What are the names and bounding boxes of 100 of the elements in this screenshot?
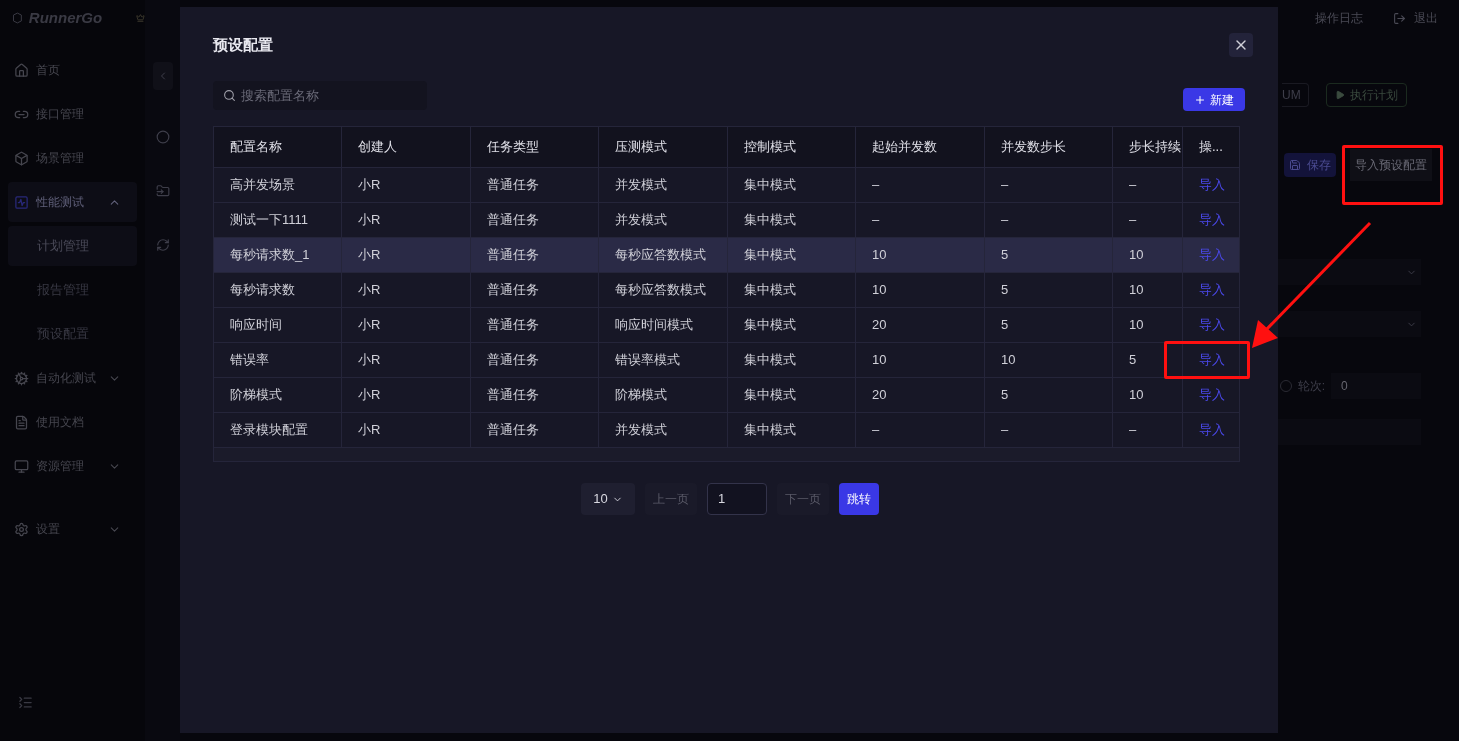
table-cell-text: – xyxy=(872,176,880,195)
save-button[interactable]: 保存 xyxy=(1284,153,1336,177)
logout-icon xyxy=(1393,11,1406,25)
column-header: 步长持续 xyxy=(1129,138,1181,157)
import-link[interactable]: 导入 xyxy=(1199,175,1225,195)
import-link[interactable]: 导入 xyxy=(1199,280,1225,300)
table-cell-text: 5 xyxy=(1001,316,1009,335)
table-row[interactable]: 登录模块配置 小R 普通任务 并发模式 集中模式 – – – 导入 xyxy=(214,412,1239,447)
table-cell-text: 10 xyxy=(1129,386,1144,405)
table-cell-text: 小R xyxy=(358,351,381,370)
column-header: 并发数步长 xyxy=(1001,138,1066,157)
sidebar-label: 性能测试 xyxy=(36,194,84,211)
run-plan-button[interactable]: 执行计划 xyxy=(1326,83,1407,107)
operation-log-link[interactable]: 操作日志 xyxy=(1315,9,1363,27)
jump-button[interactable]: 跳转 xyxy=(839,483,879,515)
import-link[interactable]: 导入 xyxy=(1199,245,1225,265)
dialog-title: 预设配置 xyxy=(213,34,273,55)
table-cell-text: 集中模式 xyxy=(744,316,796,335)
table-row[interactable]: 高并发场景 小R 普通任务 并发模式 集中模式 – – – 导入 xyxy=(214,167,1239,202)
import-link[interactable]: 导入 xyxy=(1199,420,1225,440)
table-row[interactable]: 每秒请求数_1 小R 普通任务 每秒应答数模式 集中模式 10 5 10 导入 xyxy=(214,237,1239,272)
column-header: 控制模式 xyxy=(744,138,796,157)
table-cell-text: 小R xyxy=(358,211,381,230)
more-button[interactable]: UM xyxy=(1282,83,1309,107)
sidebar-item[interactable]: 自动化测试 xyxy=(8,358,137,398)
sidebar-label: 使用文档 xyxy=(36,414,84,431)
table-cell-text: 阶梯模式 xyxy=(230,386,282,405)
table-cell-text: 10 xyxy=(872,246,887,265)
sidebar-label: 首页 xyxy=(36,62,60,79)
table-cell-text: 并发模式 xyxy=(615,211,667,230)
round-label: 轮次: xyxy=(1297,378,1325,395)
column-header: 配置名称 xyxy=(230,138,282,157)
table-cell-text: 5 xyxy=(1001,246,1009,265)
sidebar-label: 接口管理 xyxy=(36,106,84,123)
app-logo: RunnerGo xyxy=(28,7,103,28)
table-cell-text: 阶梯模式 xyxy=(615,386,667,405)
sidebar-label: 资源管理 xyxy=(36,458,84,475)
collapse-button[interactable] xyxy=(152,62,173,90)
search-field[interactable]: 搜索配置名称 xyxy=(213,81,427,110)
table-cell-text: 10 xyxy=(1129,316,1144,335)
table-cell-text: 10 xyxy=(872,351,887,370)
table-row[interactable]: 测试一下1111 小R 普通任务 并发模式 集中模式 – – – 导入 xyxy=(214,202,1239,237)
gear-icon xyxy=(14,370,29,386)
table-row[interactable]: 每秒请求数 小R 普通任务 每秒应答数模式 集中模式 10 5 10 导入 xyxy=(214,272,1239,307)
circle-icon[interactable] xyxy=(155,130,170,144)
sidebar-item[interactable]: 接口管理 xyxy=(8,94,137,134)
table-cell-text: 登录模块配置 xyxy=(230,421,308,440)
table-cell-text: 响应时间模式 xyxy=(615,316,693,335)
sidebar-item[interactable]: 场景管理 xyxy=(8,138,137,178)
table-cell-text: – xyxy=(1001,211,1009,230)
sidebar-label: 自动化测试 xyxy=(36,370,96,387)
table-cell-text: 集中模式 xyxy=(744,176,796,195)
logout-button[interactable]: 退出 xyxy=(1393,9,1438,27)
table-cell-text: 普通任务 xyxy=(487,386,539,405)
table-cell-text: 并发模式 xyxy=(615,176,667,195)
table-cell-text: 小R xyxy=(358,246,381,265)
monitor-icon xyxy=(14,458,29,474)
sidebar-item[interactable]: 性能测试 xyxy=(8,182,137,222)
table-cell-text: 10 xyxy=(872,281,887,300)
table-cell-text: 每秒应答数模式 xyxy=(615,281,706,300)
table-cell-text: 5 xyxy=(1129,351,1137,370)
table-cell-text: 小R xyxy=(358,421,381,440)
table-cell-text: – xyxy=(1001,176,1009,195)
table-cell-text: 错误率 xyxy=(230,351,269,370)
import-link[interactable]: 导入 xyxy=(1199,350,1225,370)
column-header: 起始并发数 xyxy=(872,138,937,157)
collapse-menu-icon[interactable] xyxy=(18,695,33,710)
page-size-select[interactable]: 10 xyxy=(581,483,635,515)
sidebar-item[interactable]: 资源管理 xyxy=(8,446,137,486)
column-header: 创建人 xyxy=(358,138,397,157)
sidebar-item[interactable]: 首页 xyxy=(8,50,137,90)
table-cell-text: 小R xyxy=(358,176,381,195)
import-preset-button[interactable]: 导入预设配置 xyxy=(1350,149,1432,181)
save-icon xyxy=(1289,159,1301,171)
table-cell-text: 集中模式 xyxy=(744,351,796,370)
sidebar-subitem[interactable]: 计划管理 xyxy=(8,226,137,266)
table-cell-text: 并发模式 xyxy=(615,421,667,440)
table-cell-text: 小R xyxy=(358,316,381,335)
table-cell-text: 集中模式 xyxy=(744,246,796,265)
table-cell-text: 集中模式 xyxy=(744,421,796,440)
refresh-icon[interactable] xyxy=(155,238,170,252)
table-cell-text: 响应时间 xyxy=(230,316,282,335)
folder-icon[interactable] xyxy=(155,184,170,198)
column-header: 压测模式 xyxy=(615,138,667,157)
sidebar-item[interactable]: 使用文档 xyxy=(8,402,137,442)
close-button[interactable] xyxy=(1229,33,1253,57)
import-link[interactable]: 导入 xyxy=(1199,210,1225,230)
import-link[interactable]: 导入 xyxy=(1199,315,1225,335)
table-cell-text: 普通任务 xyxy=(487,211,539,230)
table-cell-text: – xyxy=(1129,176,1137,195)
column-header: 操... xyxy=(1199,138,1223,157)
table-cell-text: 每秒应答数模式 xyxy=(615,246,706,265)
new-button[interactable]: 新建 xyxy=(1183,88,1245,111)
import-link[interactable]: 导入 xyxy=(1199,385,1225,405)
table-cell-text: – xyxy=(1129,211,1137,230)
table-cell-text: 10 xyxy=(1001,351,1016,370)
table-row[interactable]: 响应时间 小R 普通任务 响应时间模式 集中模式 20 5 10 导入 xyxy=(214,307,1239,342)
page-input[interactable]: 1 xyxy=(707,483,767,515)
round-input[interactable]: 0 xyxy=(1331,373,1421,399)
table-cell-text: 20 xyxy=(872,386,887,405)
